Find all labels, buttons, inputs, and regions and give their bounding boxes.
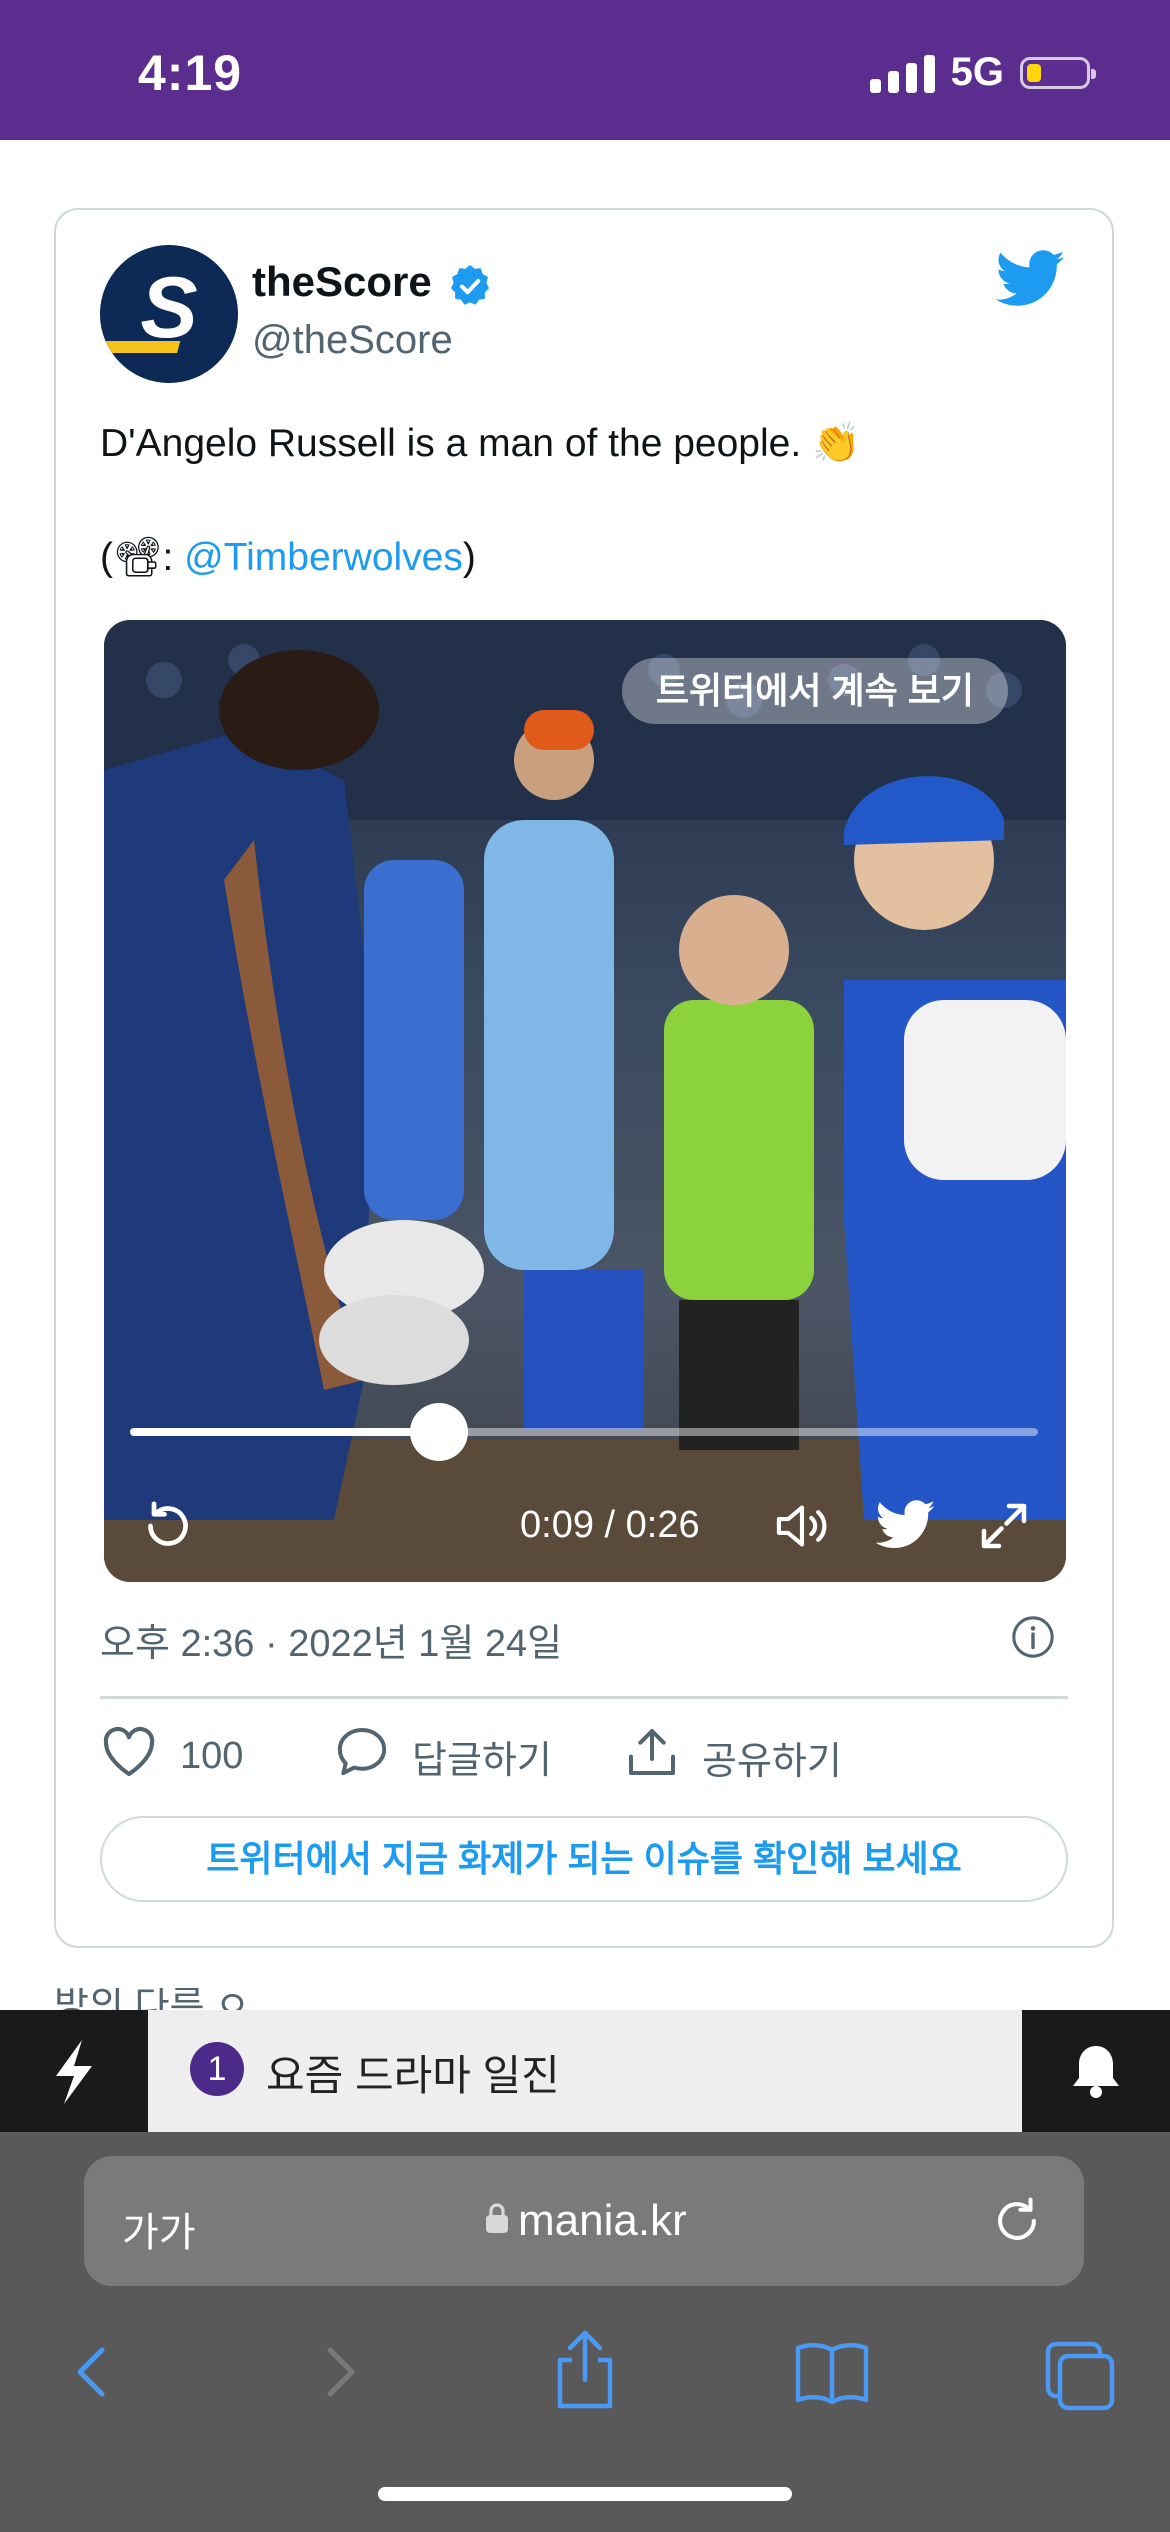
trend-label: 요즘 드라마 일진	[266, 2052, 560, 2099]
signal-strength-icon	[869, 53, 935, 93]
verified-badge-icon	[446, 262, 494, 315]
lock-icon	[484, 2196, 510, 2246]
browser-chrome: 가가 mania.kr	[0, 2132, 1170, 2532]
reply-bubble-icon	[334, 1724, 390, 1788]
tweet-actions: 100 답글하기 공유하기	[100, 1724, 1040, 1794]
tweet-text-line: D'Angelo Russell is a man of the people.…	[100, 422, 861, 465]
back-icon[interactable]	[60, 2314, 120, 2429]
url-display[interactable]: mania.kr	[484, 2196, 687, 2246]
thescore-logo-icon: S	[100, 245, 238, 383]
video-scrubber-handle[interactable]	[409, 1403, 468, 1461]
explore-trending-button[interactable]: 트위터에서 지금 화제가 되는 이슈를 확인해 보세요	[100, 1816, 1068, 1902]
status-bar: 4:19 5G	[0, 0, 1170, 140]
like-button[interactable]: 100	[100, 1724, 243, 1788]
battery-icon	[1020, 56, 1096, 89]
divider	[100, 1696, 1068, 1699]
info-icon[interactable]	[1010, 1614, 1056, 1665]
video-controls: 0:09 / 0:26	[104, 1462, 1066, 1582]
reply-button[interactable]: 답글하기	[334, 1724, 552, 1788]
heart-icon	[100, 1724, 158, 1788]
volume-icon[interactable]	[772, 1498, 832, 1559]
obscured-text: 방의 다른 ㅇ	[54, 1988, 250, 2012]
tweet-embed[interactable]: S theScore @theScore D'Angelo Russell is…	[54, 208, 1114, 1948]
share-button[interactable]: 공유하기	[624, 1724, 842, 1790]
address-bar[interactable]: 가가 mania.kr	[84, 2156, 1084, 2286]
tabs-icon[interactable]	[1040, 2314, 1120, 2429]
trending-item[interactable]: 1 요즘 드라마 일진	[148, 2010, 1022, 2132]
lightning-button[interactable]	[0, 2010, 148, 2132]
continue-on-twitter-button[interactable]: 트위터에서 계속 보기	[621, 658, 1008, 724]
video-time: 0:09 / 0:26	[520, 1504, 700, 1546]
like-count: 100	[180, 1734, 244, 1777]
tweet-text: D'Angelo Russell is a man of the people.…	[100, 416, 1060, 586]
trending-banner: 1 요즘 드라마 일진	[0, 2010, 1170, 2132]
twitter-bird-icon[interactable]	[995, 250, 1066, 313]
trend-rank-badge: 1	[190, 2042, 244, 2096]
status-time: 4:19	[138, 45, 243, 101]
share-label: 공유하기	[702, 1740, 842, 1783]
tweet-text-line: (📽: @Timberwolves)	[100, 536, 476, 579]
twitter-bird-icon[interactable]	[875, 1500, 936, 1555]
forward-icon[interactable]	[310, 2314, 370, 2429]
video-progress-fill	[130, 1428, 439, 1436]
video-player[interactable]: 트위터에서 계속 보기 0:09 / 0:26	[104, 620, 1066, 1582]
url-text: mania.kr	[518, 2196, 687, 2245]
home-indicator	[378, 2487, 792, 2501]
bookmarks-icon[interactable]	[790, 2314, 874, 2429]
tweet-timestamp[interactable]: 오후 2:36 · 2022년 1월 24일	[100, 1612, 562, 1667]
network-type: 5G	[950, 50, 1004, 94]
browser-toolbar	[0, 2314, 1170, 2424]
reload-icon[interactable]	[990, 2194, 1044, 2253]
display-name[interactable]: theScore	[252, 258, 432, 306]
status-indicators: 5G	[869, 50, 1096, 95]
video-frame-illustration	[104, 620, 1066, 1582]
avatar[interactable]: S	[100, 245, 238, 383]
user-handle[interactable]: @theScore	[252, 318, 453, 363]
reader-settings-button[interactable]: 가가	[122, 2200, 196, 2258]
video-progress-bar[interactable]	[130, 1403, 1038, 1461]
reply-label: 답글하기	[412, 1739, 552, 1782]
bell-icon	[1073, 2046, 1119, 2098]
mention-link[interactable]: @Timberwolves	[184, 536, 463, 579]
lightning-icon	[56, 2040, 92, 2104]
share-icon	[624, 1724, 680, 1790]
share-icon[interactable]	[548, 2314, 622, 2429]
notification-button[interactable]	[1022, 2010, 1170, 2132]
replay-icon[interactable]	[140, 1498, 196, 1559]
fullscreen-icon[interactable]	[974, 1496, 1034, 1561]
